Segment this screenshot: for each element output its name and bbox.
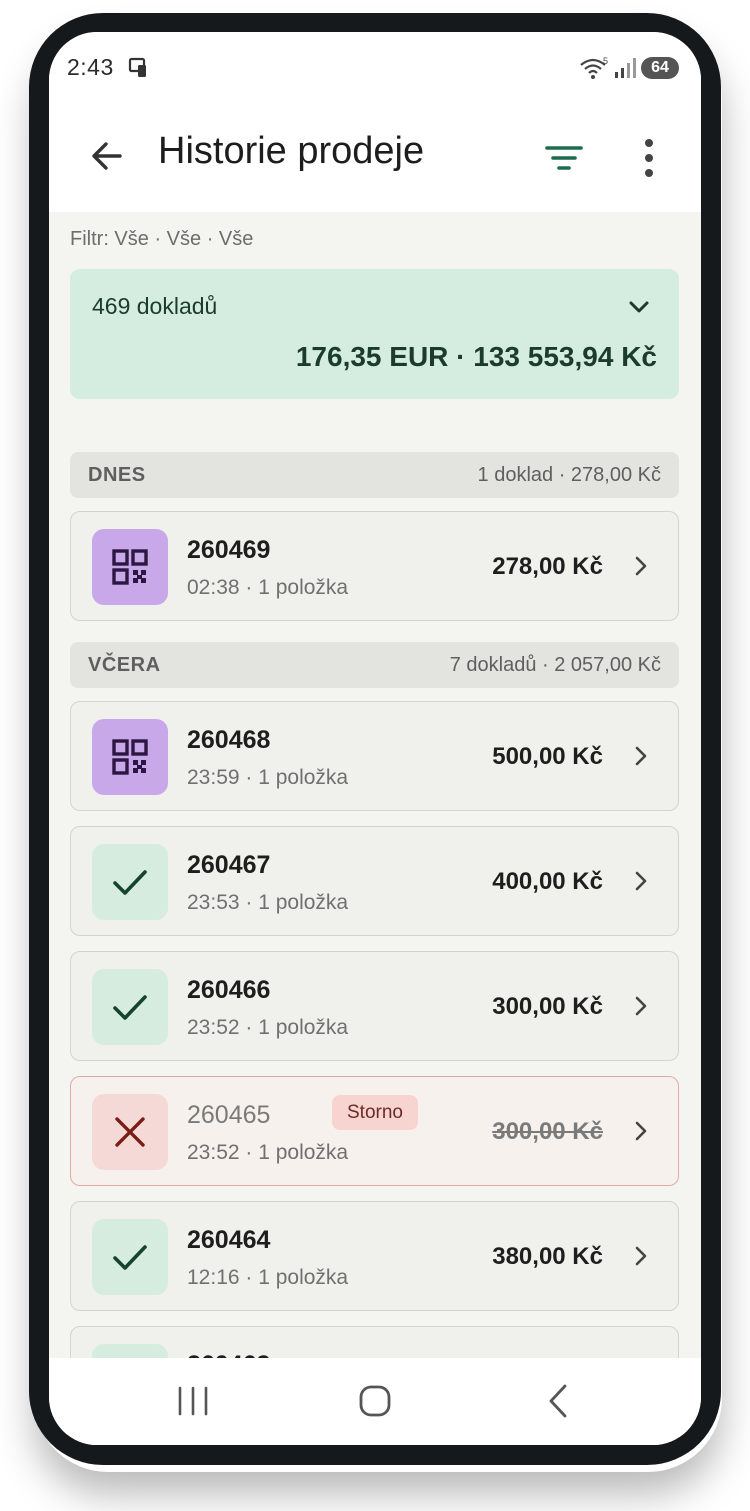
summary-card[interactable]: 469 dokladů 176,35 EUR · 133 553,94 Kč bbox=[70, 269, 679, 399]
qr-code-icon bbox=[92, 719, 168, 795]
chevron-right-icon bbox=[635, 1121, 647, 1141]
receipt-amount: 500,00 Kč bbox=[492, 743, 603, 770]
recent-apps-icon bbox=[178, 1386, 208, 1416]
close-icon bbox=[92, 1094, 168, 1170]
receipt-row[interactable]: 260468 23:59 · 1 položka 500,00 Kč bbox=[70, 701, 679, 811]
section-header-yesterday: VČERA 7 dokladů · 2 057,00 Kč bbox=[70, 642, 679, 688]
home-icon bbox=[359, 1385, 391, 1417]
receipt-amount: 400,00 Kč bbox=[492, 868, 603, 895]
receipt-row[interactable]: 260467 23:53 · 1 položka 400,00 Kč bbox=[70, 826, 679, 936]
screen-mirror-icon bbox=[127, 56, 151, 85]
receipt-number: 260467 bbox=[187, 851, 271, 879]
receipt-number: 260463 bbox=[187, 1351, 270, 1358]
page-title: Historie prodeje bbox=[158, 130, 425, 172]
system-nav-bar bbox=[49, 1358, 701, 1445]
receipt-number: 260464 bbox=[187, 1226, 271, 1254]
receipt-row[interactable]: 260463 bbox=[70, 1326, 679, 1358]
receipt-meta: 23:53 · 1 položka bbox=[187, 891, 349, 914]
app-bar: Historie prodeje bbox=[49, 112, 701, 212]
receipt-meta: 23:52 · 1 položka bbox=[187, 1016, 349, 1039]
qr-code-icon bbox=[92, 529, 168, 605]
chevron-right-icon bbox=[635, 871, 647, 891]
system-back-button[interactable] bbox=[535, 1380, 581, 1422]
receipt-amount: 380,00 Kč bbox=[492, 1243, 603, 1270]
receipt-row[interactable]: 260464 12:16 · 1 položka 380,00 Kč bbox=[70, 1201, 679, 1311]
receipt-amount: 300,00 Kč bbox=[492, 1118, 603, 1145]
receipt-row[interactable]: 260466 23:52 · 1 položka 300,00 Kč bbox=[70, 951, 679, 1061]
status-time: 2:43 bbox=[67, 54, 114, 80]
receipt-meta: 23:59 · 1 položka bbox=[187, 766, 349, 789]
receipt-number: 260466 bbox=[187, 976, 271, 1004]
chevron-right-icon bbox=[635, 996, 647, 1016]
section-summary: 1 doklad · 278,00 Kč bbox=[477, 464, 661, 486]
section-header-today: DNES 1 doklad · 278,00 Kč bbox=[70, 452, 679, 498]
chevron-down-icon[interactable] bbox=[625, 293, 653, 321]
storno-badge: Storno bbox=[332, 1095, 418, 1130]
sales-history-list[interactable]: Filtr: Vše · Vše · Vše 469 dokladů 176,3… bbox=[49, 212, 701, 1358]
status-bar: 2:43 5 64 bbox=[49, 32, 701, 112]
chevron-right-icon bbox=[635, 746, 647, 766]
back-button[interactable] bbox=[85, 134, 129, 178]
receipt-row-cancelled[interactable]: 260465 Storno 23:52 · 1 položka 300,00 K… bbox=[70, 1076, 679, 1186]
filter-icon bbox=[545, 146, 583, 170]
svg-text:5: 5 bbox=[603, 56, 608, 66]
receipt-amount: 300,00 Kč bbox=[492, 993, 603, 1020]
check-icon bbox=[92, 969, 168, 1045]
receipt-number: 260465 bbox=[187, 1101, 271, 1129]
check-icon bbox=[92, 1219, 168, 1295]
receipt-row[interactable]: 260469 02:38 · 1 položka 278,00 Kč bbox=[70, 511, 679, 621]
receipt-number: 260469 bbox=[187, 536, 271, 564]
filter-button[interactable] bbox=[542, 136, 586, 180]
home-button[interactable] bbox=[352, 1380, 398, 1422]
chevron-right-icon bbox=[635, 556, 647, 576]
receipt-count: 469 dokladů bbox=[92, 293, 218, 319]
arrow-left-icon bbox=[92, 142, 122, 170]
signal-icon bbox=[614, 56, 636, 85]
more-options-button[interactable] bbox=[631, 132, 667, 184]
wifi-icon: 5 bbox=[579, 56, 609, 87]
section-summary: 7 dokladů · 2 057,00 Kč bbox=[449, 654, 661, 676]
recent-apps-button[interactable] bbox=[170, 1380, 216, 1422]
receipt-meta: 02:38 · 1 položka bbox=[187, 576, 349, 599]
receipt-meta: 23:52 · 1 položka bbox=[187, 1141, 349, 1164]
section-label: VČERA bbox=[88, 654, 161, 676]
receipt-amount: 278,00 Kč bbox=[492, 553, 603, 580]
check-icon bbox=[92, 844, 168, 920]
back-chevron-icon bbox=[549, 1384, 567, 1418]
card-icon bbox=[92, 1344, 168, 1358]
battery-indicator: 64 bbox=[641, 57, 679, 79]
receipt-number: 260468 bbox=[187, 726, 271, 754]
more-vert-icon bbox=[645, 139, 653, 177]
chevron-right-icon bbox=[635, 1246, 647, 1266]
active-filter-text: Filtr: Vše · Vše · Vše bbox=[70, 228, 254, 250]
phone-screen: 2:43 5 64 Historie prodeje Filtr: Vše · … bbox=[49, 32, 701, 1445]
receipt-meta: 12:16 · 1 položka bbox=[187, 1266, 349, 1289]
section-label: DNES bbox=[88, 464, 146, 486]
summary-total: 176,35 EUR · 133 553,94 Kč bbox=[295, 341, 657, 372]
